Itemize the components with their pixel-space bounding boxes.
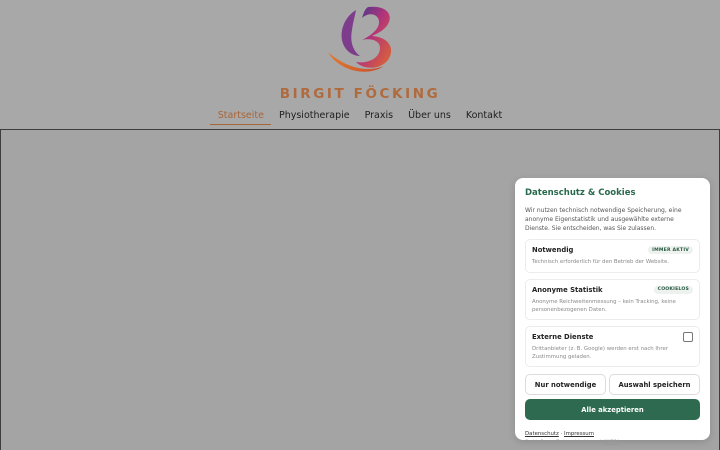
external-services-checkbox[interactable]: [683, 332, 693, 342]
brand-logo-icon[interactable]: [322, 4, 398, 78]
option-description: Technisch erforderlich für den Betrieb d…: [532, 259, 670, 266]
option-necessary: Notwendig IMMER AKTIV Technisch erforder…: [525, 239, 700, 273]
option-title: Externe Dienste: [532, 333, 594, 341]
cookie-dialog-intro: Wir nutzen technisch notwendige Speicher…: [525, 207, 682, 232]
main-nav: Startseite Physiotherapie Praxis Über un…: [0, 109, 720, 125]
necessary-only-button[interactable]: Nur notwendige: [525, 374, 606, 396]
nav-item-physiotherapie[interactable]: Physiotherapie: [271, 109, 357, 125]
save-selection-button[interactable]: Auswahl speichern: [609, 374, 700, 396]
site-header: BIRGIT FÖCKING Startseite Physiotherapie…: [0, 0, 720, 129]
accept-all-button[interactable]: Alle akzeptieren: [525, 399, 700, 421]
cookie-consent-dialog: Datenschutz & Cookies Wir nutzen technis…: [515, 178, 710, 444]
imprint-link[interactable]: Impressum: [564, 431, 594, 437]
option-description: Anonyme Reichweitenmessung – kein Tracki…: [532, 298, 676, 313]
legal-links: Datenschutz · Impressum: [525, 431, 700, 437]
nav-item-startseite[interactable]: Startseite: [210, 109, 272, 125]
option-title: Anonyme Statistik: [532, 285, 603, 294]
credit-link[interactable]: WKDRA: [604, 439, 620, 444]
banner-credit: Cookie-Banner-Tool · rechtssicher mit WK…: [525, 439, 700, 444]
option-statistics: Anonyme Statistik COOKIELOS Anonyme Reic…: [525, 278, 700, 320]
option-external-services: Externe Dienste Drittanbieter (z. B. Goo…: [525, 326, 700, 368]
option-description: Drittanbieter (z. B. Google) werden erst…: [532, 346, 669, 361]
credit-text: Cookie-Banner-Tool · rechtssicher mit: [525, 439, 603, 445]
nav-item-ueber-uns[interactable]: Über uns: [401, 109, 459, 125]
status-badge: COOKIELOS: [653, 285, 693, 294]
privacy-link[interactable]: Datenschutz: [525, 431, 559, 437]
nav-item-kontakt[interactable]: Kontakt: [458, 109, 509, 125]
brand-name[interactable]: BIRGIT FÖCKING: [0, 86, 720, 102]
cookie-dialog-title: Datenschutz & Cookies: [525, 188, 636, 198]
link-separator: ·: [560, 431, 563, 438]
status-badge: IMMER AKTIV: [648, 246, 693, 255]
nav-item-praxis[interactable]: Praxis: [357, 109, 401, 125]
option-title: Notwendig: [532, 246, 574, 255]
